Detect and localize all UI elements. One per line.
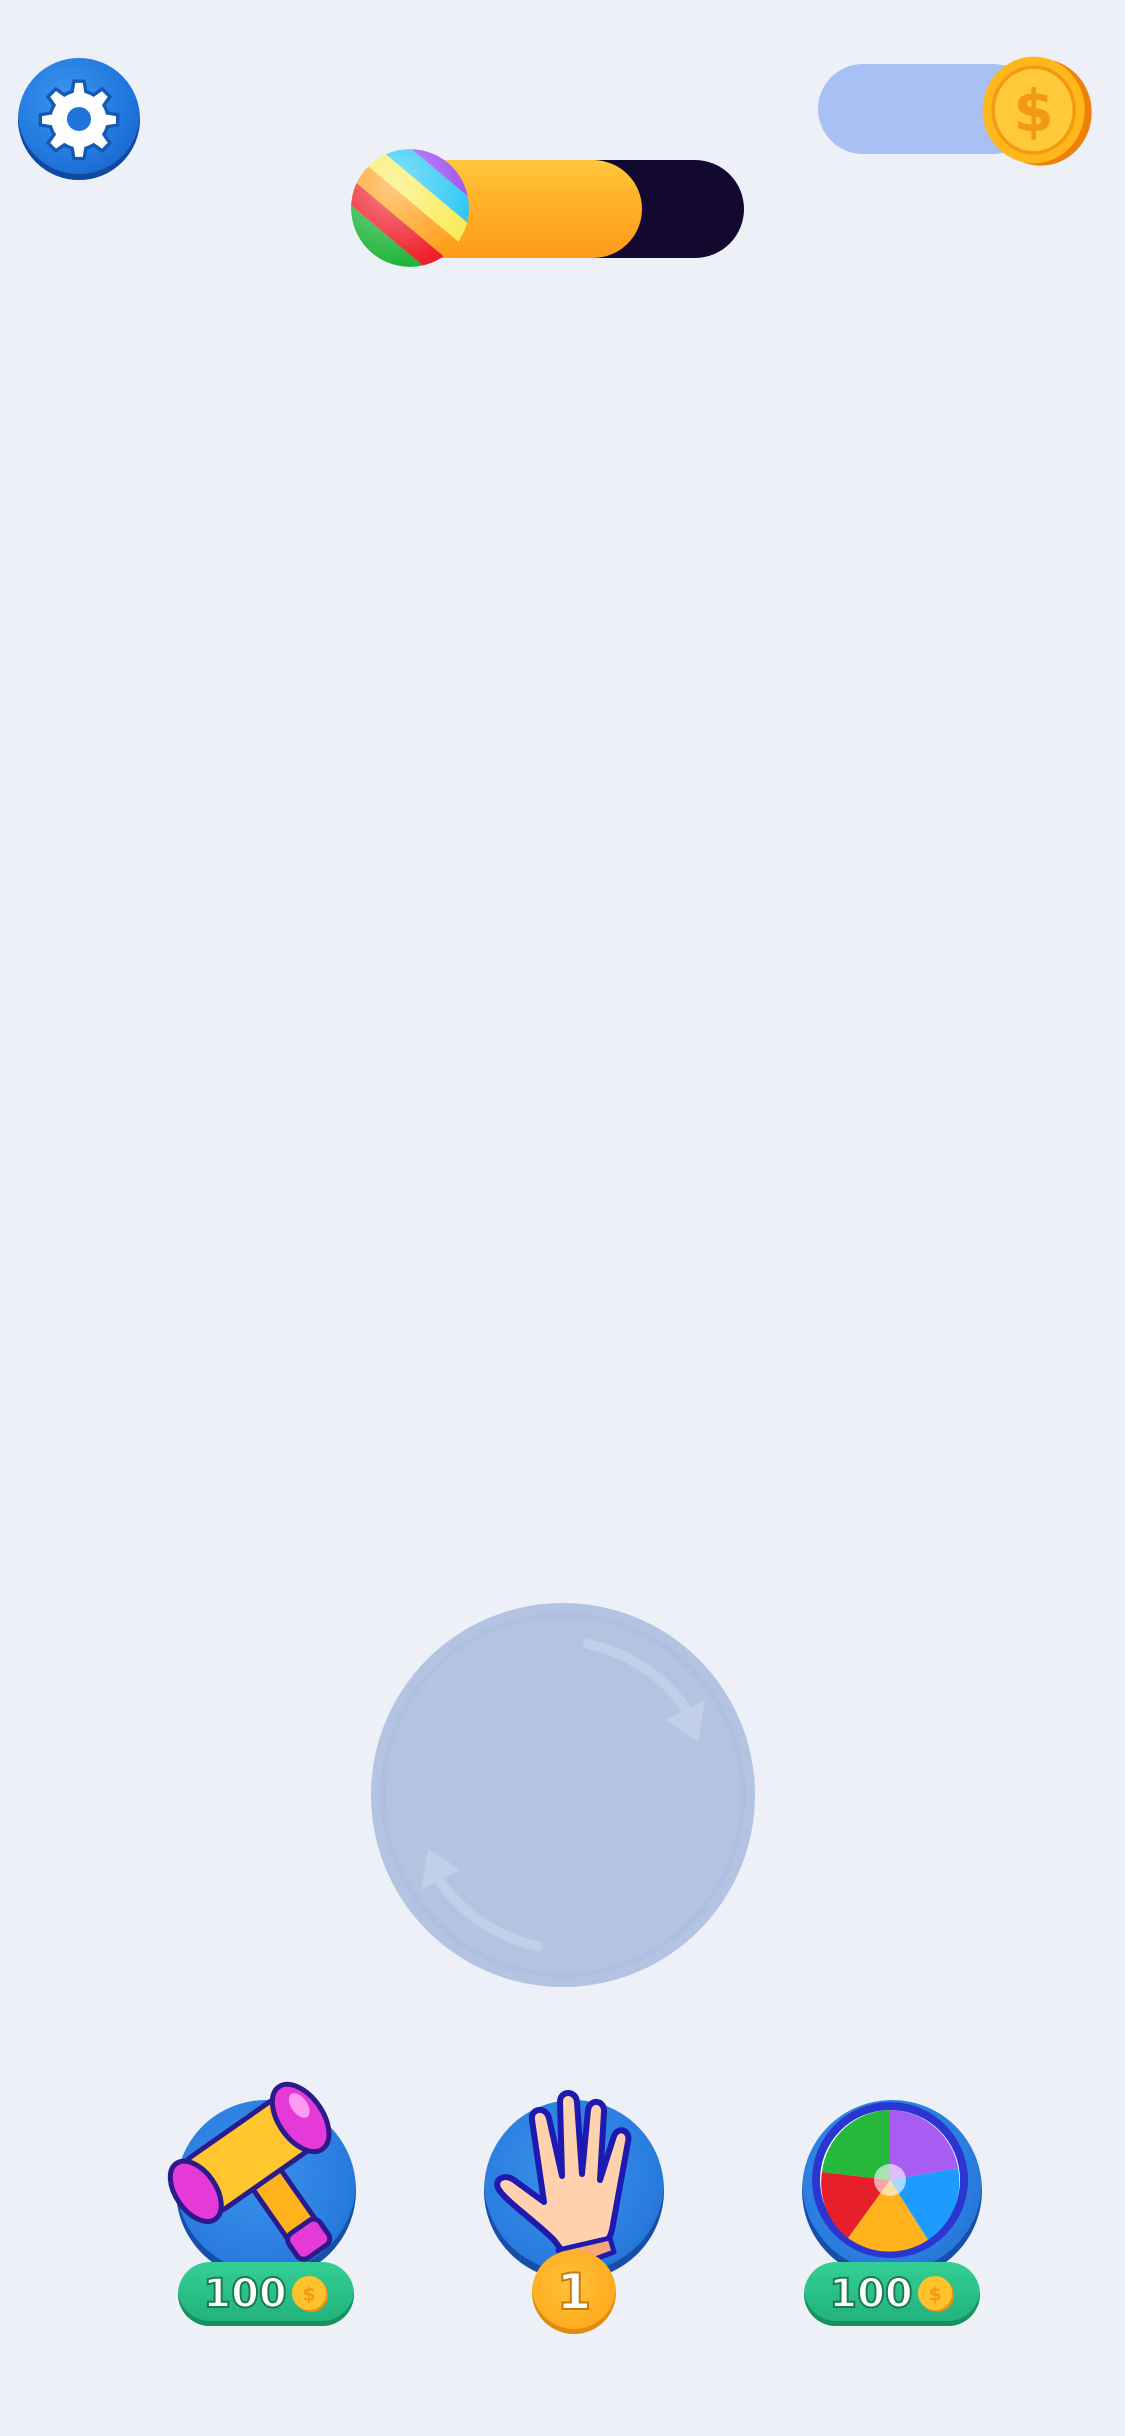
rainbow-ball-icon xyxy=(346,144,474,272)
swirl-price: 100 $ xyxy=(804,2262,980,2326)
coin-icon: $ xyxy=(917,2275,954,2313)
svg-text:$: $ xyxy=(302,2284,315,2306)
swirl-icon xyxy=(812,2102,968,2258)
rotate-button[interactable] xyxy=(370,1602,756,1988)
hammer-price: 100 $ xyxy=(178,2262,354,2326)
hand-count-text: 1 xyxy=(556,2262,593,2322)
coin-icon: $ xyxy=(982,56,1092,166)
hammer-price-text: 100 xyxy=(202,2270,287,2318)
hand-booster[interactable]: 1 xyxy=(474,2080,674,2340)
hammer-booster[interactable]: 100 $ xyxy=(166,2080,366,2340)
settings-button[interactable] xyxy=(18,58,140,180)
hand-count-badge: 1 xyxy=(532,2250,616,2334)
game-screen: $ 100 $ 1 100 $ xyxy=(0,0,1125,2436)
svg-text:$: $ xyxy=(1014,77,1054,145)
swirl-booster[interactable]: 100 $ xyxy=(792,2080,992,2340)
svg-text:$: $ xyxy=(928,2284,941,2306)
hammer-icon xyxy=(167,2081,333,2262)
swirl-price-text: 100 xyxy=(828,2270,913,2318)
coin-icon: $ xyxy=(291,2275,328,2313)
gear-icon xyxy=(38,79,120,161)
